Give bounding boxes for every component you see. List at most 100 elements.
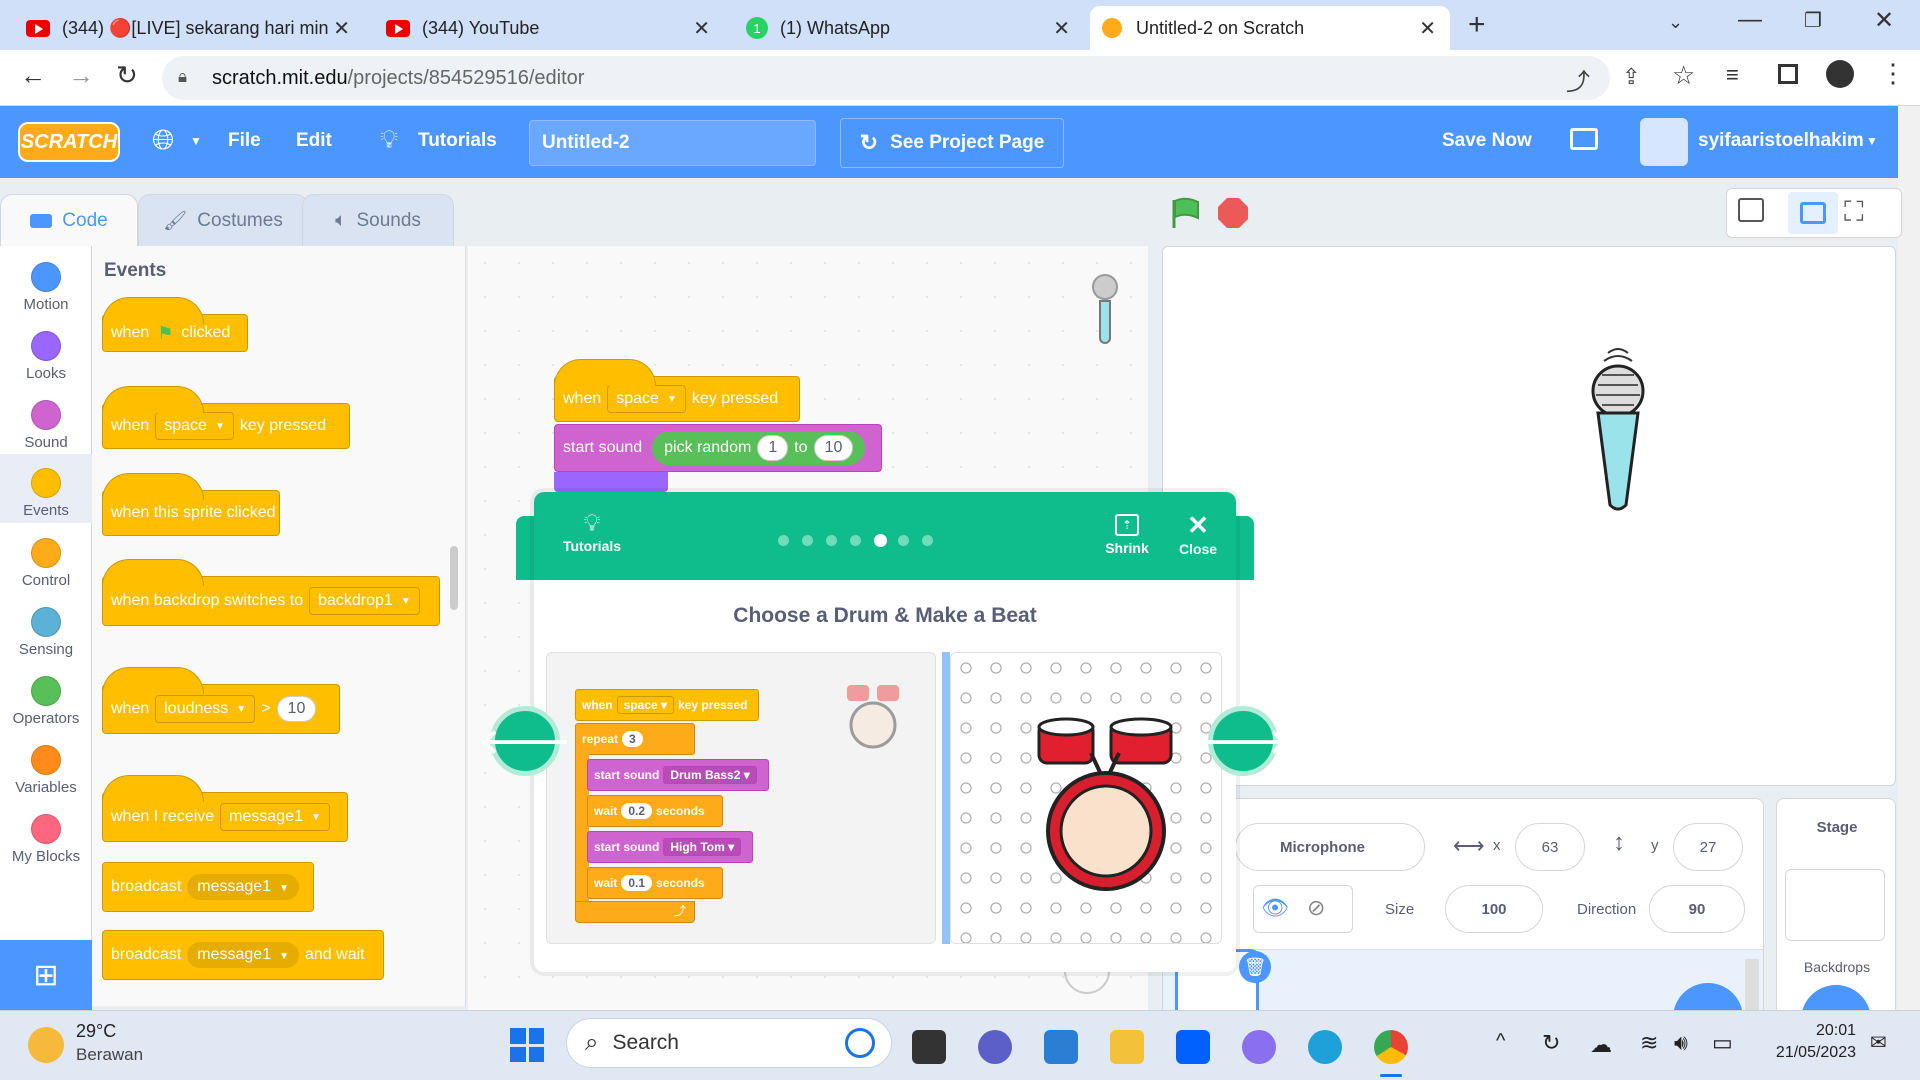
direction-input[interactable]: 90	[1649, 885, 1745, 933]
chevron-up-icon[interactable]: ^	[1496, 1030, 1505, 1053]
weather-desc[interactable]: Berawan	[76, 1045, 143, 1065]
forward-icon[interactable]: →	[68, 60, 94, 91]
browser-tab[interactable]: 1 (1) WhatsApp ✕	[734, 6, 1084, 50]
random-to-input[interactable]: 10	[813, 435, 854, 461]
sprite-name-field[interactable]: Microphone	[1235, 823, 1425, 871]
random-from-input[interactable]: 1	[757, 435, 789, 461]
when-flag-clicked-block[interactable]: when ⚑ clicked	[102, 297, 248, 352]
page-scrollbar[interactable]	[1898, 106, 1920, 1010]
clock[interactable]: 20:01 21/05/2023	[1756, 1022, 1856, 1062]
x-position-input[interactable]: 63	[1515, 823, 1585, 871]
loudness-value-input[interactable]: 10	[276, 696, 317, 722]
category-operators[interactable]: Operators	[0, 668, 92, 736]
stage-canvas[interactable]	[1162, 246, 1896, 786]
language-globe-icon[interactable]: 🌐︎	[152, 124, 174, 157]
user-avatar[interactable]	[1640, 118, 1688, 166]
step-dot[interactable]	[826, 535, 837, 546]
reload-icon[interactable]: ↻	[116, 60, 138, 91]
category-motion[interactable]: Motion	[0, 254, 92, 322]
show-eye-icon[interactable]: 👁︎	[1261, 895, 1289, 921]
save-now-button[interactable]: Save Now	[1442, 130, 1532, 152]
weather-temp[interactable]: 29°C	[76, 1021, 116, 1042]
more-menu-icon[interactable]: ⋮	[1880, 58, 1906, 89]
mail-icon[interactable]	[1044, 1030, 1078, 1064]
close-tutorial-button[interactable]: ✕ Close	[1168, 510, 1228, 557]
file-explorer-icon[interactable]	[1110, 1030, 1144, 1064]
close-tab-icon[interactable]: ✕	[333, 16, 350, 41]
username-menu[interactable]: syifaaristoelhakim	[1698, 130, 1864, 152]
microphone-sprite[interactable]	[1588, 345, 1648, 517]
battery-icon[interactable]: ▭	[1712, 1030, 1733, 1056]
add-extension-button[interactable]: ⊞	[0, 940, 92, 1010]
pick-random-reporter[interactable]: pick random 1 to 10	[652, 431, 866, 465]
key-dropdown[interactable]: space ▼	[155, 412, 234, 440]
project-title-input[interactable]	[529, 120, 816, 166]
chrome-icon[interactable]	[1374, 1030, 1408, 1064]
when-backdrop-switches-block[interactable]: when backdrop switches to backdrop1 ▼	[102, 559, 440, 626]
start-windows-icon[interactable]	[510, 1028, 544, 1062]
close-tab-icon[interactable]: ✕	[1053, 16, 1070, 41]
edit-menu[interactable]: Edit	[296, 130, 332, 152]
script-looks-block[interactable]	[554, 472, 668, 492]
task-view-icon[interactable]	[912, 1030, 946, 1064]
category-control[interactable]: Control	[0, 530, 92, 598]
tutorials-button[interactable]: 💡︎ Tutorials	[552, 510, 632, 554]
stop-icon[interactable]	[1218, 198, 1248, 228]
when-i-receive-block[interactable]: when I receive message1 ▼	[102, 775, 348, 842]
tab-search-icon[interactable]: ⌄	[1668, 12, 1683, 33]
wifi-icon[interactable]: ≋	[1640, 1030, 1658, 1056]
reading-list-icon[interactable]: ≡	[1726, 62, 1739, 88]
stage-selector-panel[interactable]: Stage Backdrops	[1776, 798, 1896, 1025]
profile-avatar[interactable]	[1826, 60, 1854, 88]
green-flag-icon[interactable]	[1168, 196, 1202, 230]
when-key-pressed-block[interactable]: when space ▼ key pressed	[102, 386, 350, 449]
notification-icon[interactable]: ✉	[1870, 1030, 1887, 1055]
step-dot[interactable]	[898, 535, 909, 546]
step-dot-current[interactable]	[874, 534, 887, 547]
close-tab-icon[interactable]: ✕	[1419, 16, 1436, 41]
url-field[interactable]: 🔒︎ scratch.mit.edu/projects/854529516/ed…	[162, 56, 1640, 100]
message-dropdown[interactable]: message1 ▼	[220, 803, 330, 831]
step-dot[interactable]	[778, 535, 789, 546]
size-input[interactable]: 100	[1445, 885, 1543, 933]
palette-scrollbar[interactable]	[450, 546, 458, 610]
step-dot[interactable]	[922, 535, 933, 546]
sync-icon[interactable]: ↻	[1542, 1030, 1560, 1056]
minimize-icon[interactable]: —	[1738, 6, 1762, 34]
weather-icon[interactable]	[28, 1027, 64, 1063]
shrink-button[interactable]: ⇡ Shrink	[1092, 514, 1162, 556]
broadcast-wait-message-dropdown[interactable]: message1 ▼	[187, 942, 299, 968]
tab-sounds[interactable]: 🔈︎ Sounds	[302, 194, 454, 246]
backdrop-dropdown[interactable]: backdrop1 ▼	[309, 587, 420, 615]
script-when-key-pressed-block[interactable]: when space ▼ key pressed	[554, 359, 800, 422]
volume-icon[interactable]: 🔊︎	[1674, 1030, 1688, 1056]
teams-chat-icon[interactable]	[978, 1030, 1012, 1064]
y-position-input[interactable]: 27	[1673, 823, 1743, 871]
small-stage-icon[interactable]	[1738, 198, 1764, 222]
edge-icon[interactable]	[1308, 1030, 1342, 1064]
back-icon[interactable]: ←	[20, 60, 46, 91]
share-icon[interactable]: ⇪	[1622, 64, 1640, 90]
category-my-blocks[interactable]: My Blocks	[0, 806, 92, 874]
broadcast-block[interactable]: broadcast message1 ▼	[102, 862, 314, 912]
fullscreen-icon[interactable]: ⛶	[1844, 196, 1864, 229]
my-stuff-folder-icon[interactable]	[1570, 128, 1598, 150]
taskbar-search[interactable]: ⌕ Search	[566, 1018, 892, 1068]
new-tab-icon[interactable]: +	[1468, 8, 1486, 42]
sprite-list-scrollbar[interactable]	[1745, 959, 1759, 1017]
when-loudness-block[interactable]: when loudness ▼ > 10	[102, 667, 340, 734]
script-start-sound-block[interactable]: start sound pick random 1 to 10	[554, 424, 882, 472]
loudness-dropdown[interactable]: loudness ▼	[155, 695, 256, 723]
step-dot[interactable]	[802, 535, 813, 546]
when-sprite-clicked-block[interactable]: when this sprite clicked	[102, 473, 280, 536]
share-page-icon[interactable]: ⤴	[1566, 62, 1590, 97]
browser-tab-active[interactable]: Untitled-2 on Scratch ✕	[1090, 6, 1450, 50]
broadcast-message-dropdown[interactable]: message1 ▼	[187, 874, 299, 900]
hide-eye-icon[interactable]: ⊘	[1307, 895, 1325, 921]
step-dot[interactable]	[850, 535, 861, 546]
delete-sprite-icon[interactable]: 🗑︎	[1239, 951, 1271, 983]
previous-step-button[interactable]: 🡐	[479, 706, 571, 776]
file-menu[interactable]: File	[228, 130, 261, 152]
dropbox-icon[interactable]	[1176, 1030, 1210, 1064]
script-key-dropdown[interactable]: space ▼	[607, 385, 686, 413]
